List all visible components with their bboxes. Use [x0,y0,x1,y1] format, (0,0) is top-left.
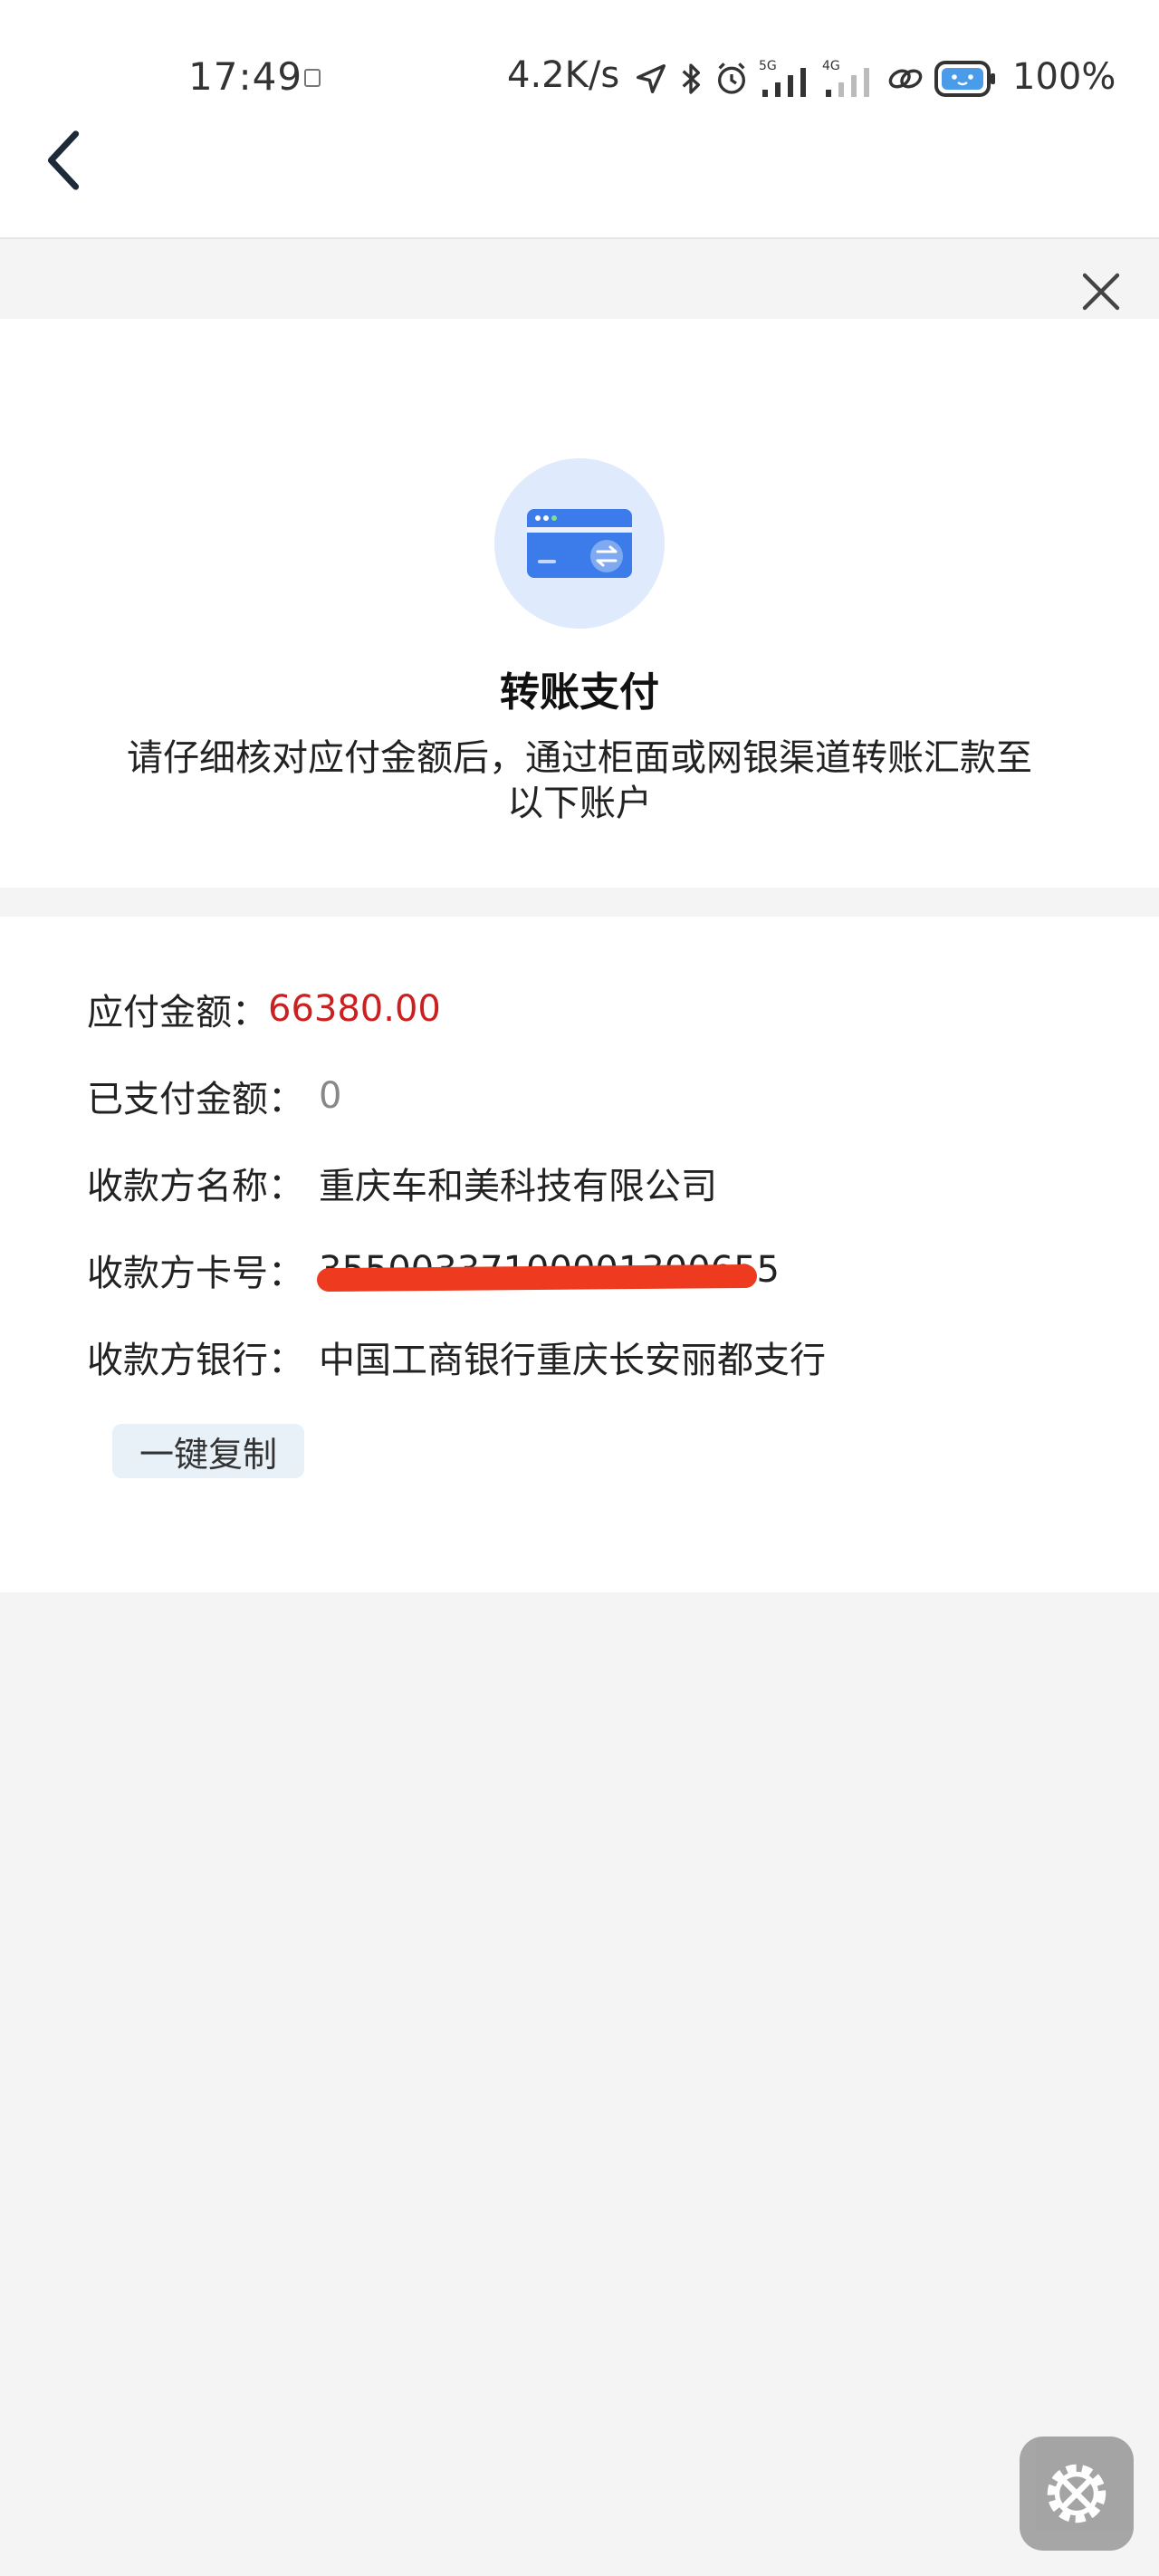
alarm-icon [718,62,745,94]
close-button[interactable] [1076,266,1126,317]
status-time: 17:49 [188,54,303,99]
card-transfer-icon [527,509,632,578]
amount-due-value: 66380.00 [268,988,441,1030]
paid-amount-row: 已支付金额： 0 [87,1069,341,1123]
amount-due-label: 应付金额： [87,992,268,1033]
gear-tools-icon [1047,2464,1106,2523]
redaction-mark [316,1264,758,1293]
copy-all-button[interactable]: 一键复制 [112,1424,304,1478]
top-bar [0,0,1159,237]
payee-bank-row: 收款方银行： 中国工商银行重庆长安丽都支行 [87,1330,826,1384]
status-icons: 5G 4G [634,56,996,101]
floating-tools-button[interactable] [1020,2437,1134,2551]
location-icon [637,64,666,93]
payee-bank-label: 收款方银行： [87,1340,304,1381]
payee-account-label: 收款方卡号： [87,1253,304,1294]
transfer-instruction: 请仔细核对应付金额后，通过柜面或网银渠道转账汇款至以下账户 [127,737,1032,824]
battery-icon [934,61,995,97]
notification-icon [304,69,321,87]
paid-amount-value: 0 [319,1075,342,1117]
close-icon [1082,273,1120,311]
bluetooth-icon [682,63,700,94]
link-icon [888,69,923,89]
network-speed: 4.2K/s [507,54,620,96]
payee-bank-value: 中国工商银行重庆长安丽都支行 [319,1340,826,1381]
back-button[interactable] [36,120,91,201]
amount-due-row: 应付金额： 66380.00 [87,982,441,1036]
signal-4g-icon: 4G [822,59,876,99]
page-title: 转账支付 [500,669,659,716]
signal-5g-icon: 5G [759,59,813,99]
payee-name-label: 收款方名称： [87,1166,304,1207]
payee-name-row: 收款方名称： 重庆车和美科技有限公司 [87,1156,717,1210]
battery-percent: 100% [1012,56,1116,98]
chevron-left-icon [47,130,80,190]
paid-amount-label: 已支付金额： [87,1079,304,1120]
payee-name-value: 重庆车和美科技有限公司 [319,1166,717,1207]
top-divider [0,237,1159,239]
